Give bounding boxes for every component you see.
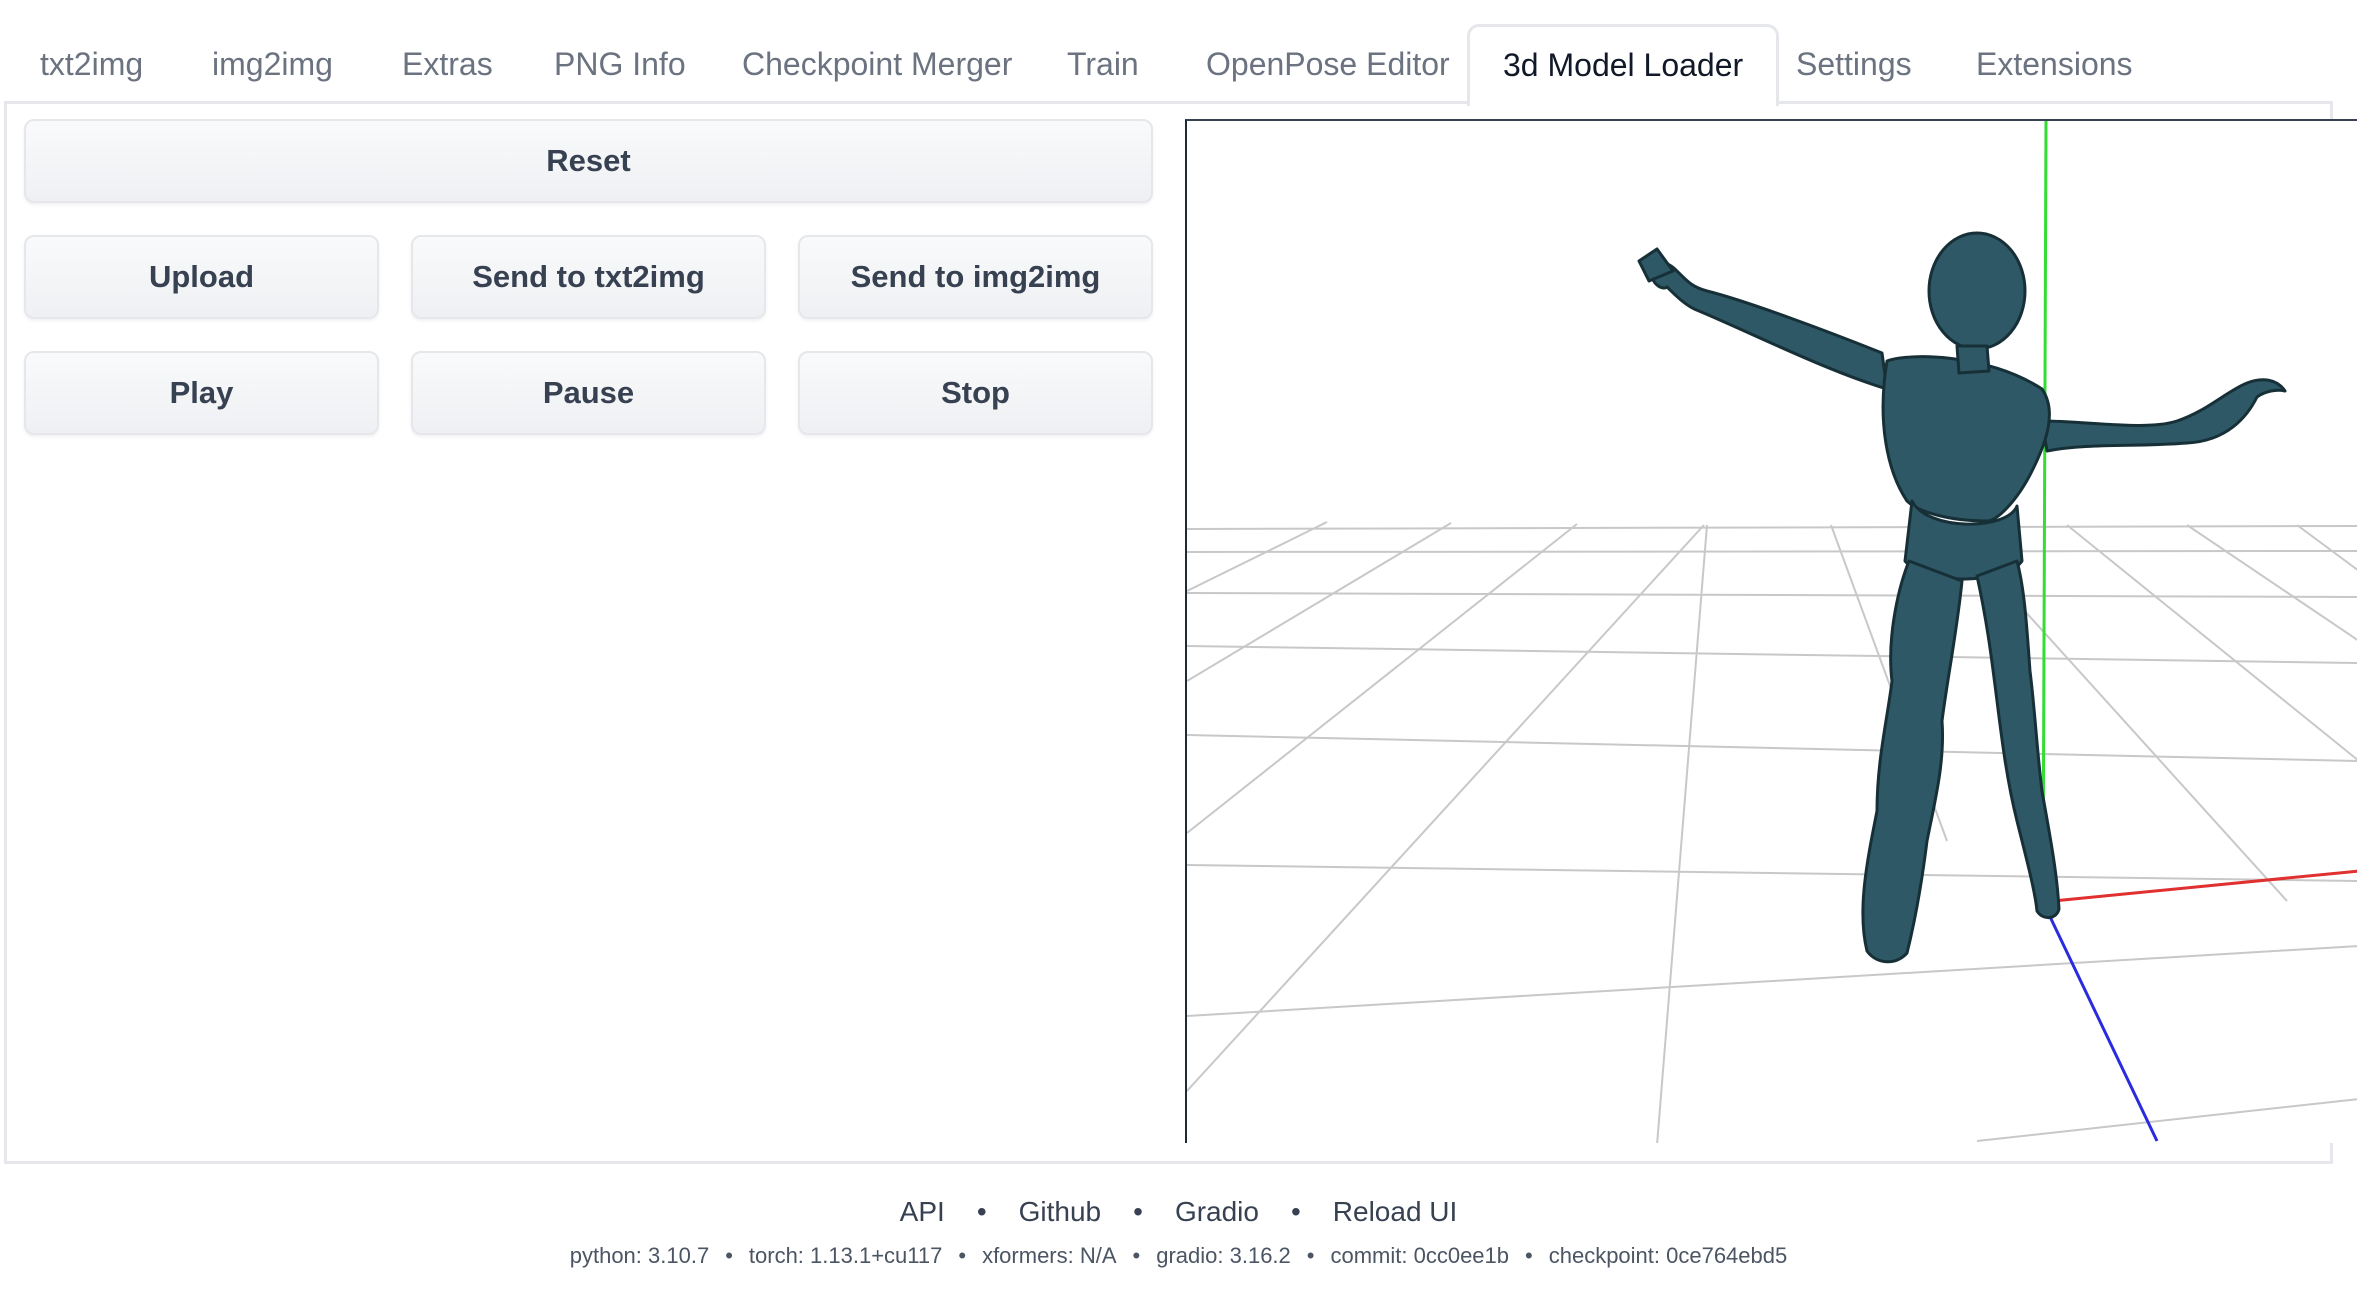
footer-separator: • (1290, 1196, 1301, 1227)
footer-gradio-link[interactable]: Gradio (1175, 1196, 1259, 1227)
tab-png-info[interactable]: PNG Info (554, 24, 686, 104)
tab-train[interactable]: Train (1067, 24, 1139, 104)
stop-button[interactable]: Stop (798, 351, 1153, 435)
xformers-version: xformers: N/A (982, 1243, 1117, 1268)
tab-settings[interactable]: Settings (1796, 24, 1912, 104)
ground-grid (1187, 521, 2357, 1143)
checkpoint-hash: checkpoint: 0ce764ebd5 (1548, 1243, 1788, 1268)
tab-img2img[interactable]: img2img (212, 24, 333, 104)
tab-extensions[interactable]: Extensions (1976, 24, 2133, 104)
tab-checkpoint-merger[interactable]: Checkpoint Merger (742, 24, 1012, 104)
footer-reload-ui-link[interactable]: Reload UI (1333, 1196, 1458, 1227)
play-button[interactable]: Play (24, 351, 379, 435)
y-axis-line (2041, 121, 2048, 903)
commit-hash: commit: 0cc0ee1b (1330, 1243, 1510, 1268)
python-version: python: 3.10.7 (569, 1243, 710, 1268)
tab-extras[interactable]: Extras (402, 24, 493, 104)
footer-github-link[interactable]: Github (1019, 1196, 1102, 1227)
footer-separator: • (976, 1196, 987, 1227)
3d-viewport[interactable] (1185, 119, 2357, 1143)
send-to-img2img-button[interactable]: Send to img2img (798, 235, 1153, 319)
z-axis-line (2041, 901, 2159, 1142)
pause-button[interactable]: Pause (411, 351, 766, 435)
3d-scene[interactable] (1187, 121, 2357, 1143)
reset-button[interactable]: Reset (24, 119, 1153, 203)
tab-openpose-editor[interactable]: OpenPose Editor (1206, 24, 1450, 104)
tab-bar: txt2img img2img Extras PNG Info Checkpoi… (0, 0, 2357, 106)
gradio-version: gradio: 3.16.2 (1156, 1243, 1291, 1268)
send-to-txt2img-button[interactable]: Send to txt2img (411, 235, 766, 319)
footer-api-link[interactable]: API (900, 1196, 945, 1227)
tab-txt2img[interactable]: txt2img (40, 24, 143, 104)
torch-version: torch: 1.13.1+cu117 (748, 1243, 943, 1268)
upload-button[interactable]: Upload (24, 235, 379, 319)
footer-version-info: python: 3.10.7 • torch: 1.13.1+cu117 • xform… (569, 1243, 1788, 1268)
tab-3d-model-loader[interactable]: 3d Model Loader (1467, 24, 1780, 106)
footer-separator: • (1133, 1196, 1143, 1227)
footer-links: API • Github • Gradio • Reload UI (0, 1196, 2357, 1228)
x-axis-line (2042, 869, 2357, 904)
